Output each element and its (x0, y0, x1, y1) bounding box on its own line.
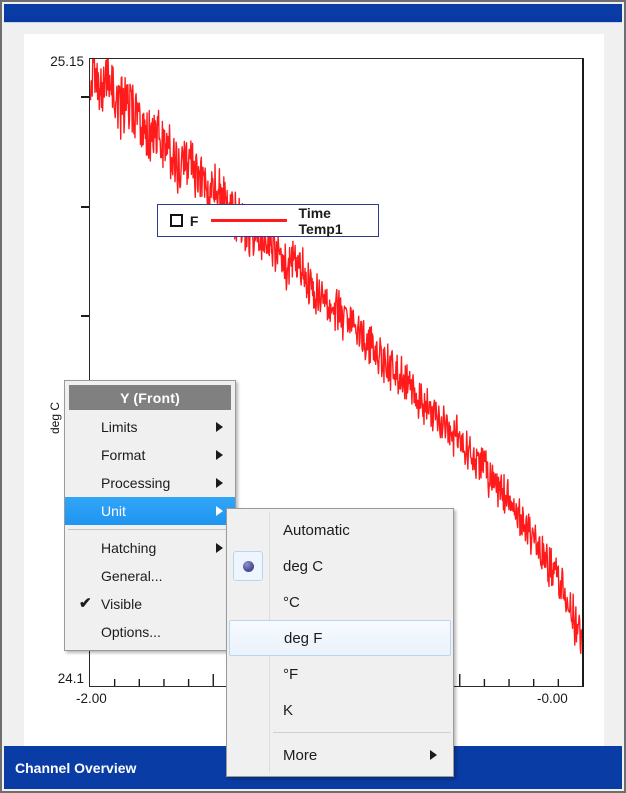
unit-option-label: °F (283, 665, 299, 683)
unit-option-deg-f[interactable]: deg F (229, 620, 451, 656)
chevron-right-icon (216, 543, 223, 553)
checkmark-icon: ✔ (79, 595, 92, 612)
menu-item-unit[interactable]: Unit (65, 497, 235, 525)
menu-item-hatching[interactable]: Hatching (65, 534, 235, 562)
menu-item-label: Processing (101, 475, 171, 491)
x-tick-label-min: -2.00 (76, 691, 107, 706)
unit-option-more[interactable]: More (229, 737, 451, 773)
legend-series-color-swatch (211, 219, 287, 222)
chevron-right-icon (216, 506, 223, 516)
chevron-right-icon (430, 750, 437, 760)
legend-checkbox-label: F (189, 212, 199, 229)
x-tick-label-max: -0.00 (537, 691, 568, 706)
unit-option-degree-f[interactable]: °F (229, 656, 451, 692)
menu-item-label: General... (101, 568, 163, 584)
unit-option-label: deg C (283, 557, 324, 575)
unit-option-automatic[interactable]: Automatic (229, 512, 451, 548)
context-menu[interactable]: Y (Front) Limits Format Processing Unit … (64, 380, 236, 651)
y-tick-label-max: 25.15 (50, 54, 84, 69)
status-bar-label: Channel Overview (15, 759, 137, 776)
legend-series-label: Time Temp1 (298, 204, 343, 237)
chevron-right-icon (216, 450, 223, 460)
menu-item-options[interactable]: Options... (65, 618, 235, 646)
y-tick-label-min: 24.1 (57, 671, 84, 686)
y-axis-unit-title: deg C (48, 401, 62, 434)
unit-option-label: More (283, 746, 318, 764)
submenu-separator (273, 732, 451, 733)
menu-separator (68, 529, 232, 530)
menu-item-general[interactable]: General... (65, 562, 235, 590)
menu-item-limits[interactable]: Limits (65, 413, 235, 441)
unit-option-label: Automatic (283, 521, 350, 539)
unit-submenu[interactable]: Automatic deg C °C deg F °F K More (226, 508, 454, 777)
menu-item-label: Hatching (101, 540, 157, 556)
menu-item-processing[interactable]: Processing (65, 469, 235, 497)
menu-item-visible[interactable]: ✔ Visible (65, 590, 235, 618)
application-window: deg C Amplitude 25.15 24.1 -2.00 -0.00 (0, 0, 626, 793)
context-menu-header: Y (Front) (69, 385, 231, 410)
unit-option-label: °C (283, 593, 300, 611)
menu-item-label: Visible (101, 596, 142, 612)
unit-option-label: deg F (284, 629, 323, 647)
legend-checkbox-f[interactable] (170, 214, 183, 227)
unit-option-deg-c[interactable]: deg C (229, 548, 451, 584)
menu-item-format[interactable]: Format (65, 441, 235, 469)
menu-item-label: Limits (101, 419, 138, 435)
unit-option-degree-c[interactable]: °C (229, 584, 451, 620)
menu-item-label: Unit (101, 503, 126, 519)
menu-item-label: Format (101, 447, 146, 463)
window-titlebar (4, 4, 622, 23)
plot-legend[interactable]: F Time Temp1 (157, 204, 379, 237)
unit-option-label: K (283, 701, 294, 719)
chevron-right-icon (216, 422, 223, 432)
unit-option-k[interactable]: K (229, 692, 451, 728)
menu-item-label: Options... (101, 624, 161, 640)
radio-selected-icon (233, 551, 263, 581)
chevron-right-icon (216, 478, 223, 488)
